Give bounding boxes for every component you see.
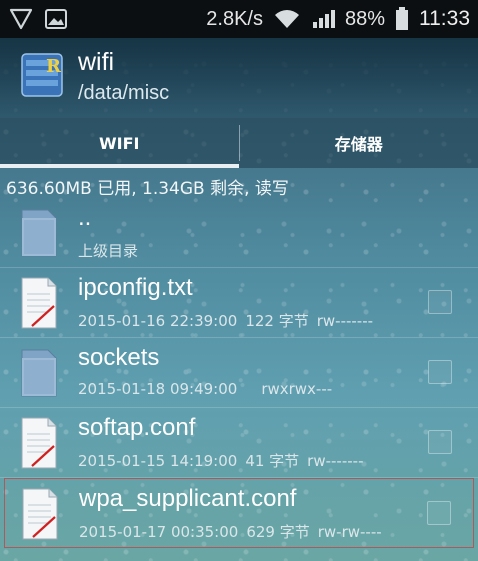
file-perms: rw------- [307, 452, 364, 470]
image-notification-icon [45, 9, 67, 29]
app-header: R wifi /data/misc [0, 38, 478, 118]
file-name: .. [78, 204, 92, 231]
tab-wifi-label: WIFI [99, 133, 140, 153]
file-list: .. 上级目录 ipconfig.txt 2015-01-16 22:39:00… [0, 198, 478, 548]
select-checkbox[interactable] [428, 290, 452, 314]
signal-icon [312, 10, 335, 28]
file-meta: 2015-01-18 09:49:00 rwxrwx--- [78, 380, 332, 398]
tab-bar: WIFI 存储器 [0, 118, 478, 168]
file-name: wpa_supplicant.conf [79, 485, 297, 512]
network-speed: 2.8K/s [206, 7, 263, 30]
file-name: ipconfig.txt [78, 274, 193, 301]
file-perms: rw------- [316, 312, 374, 330]
file-perms: rw-rw---- [317, 523, 382, 541]
list-item-parent[interactable]: .. 上级目录 [0, 198, 478, 268]
tab-wifi[interactable]: WIFI [0, 118, 239, 168]
folder-title: wifi [78, 48, 115, 76]
wifi-icon [274, 10, 299, 28]
svg-text:R: R [46, 56, 62, 77]
select-checkbox[interactable] [428, 430, 452, 454]
text-file-icon [21, 417, 57, 469]
vpn-shield-icon [9, 8, 33, 30]
file-subtitle: 上级目录 [78, 242, 139, 260]
list-item-ipconfig[interactable]: ipconfig.txt 2015-01-16 22:39:00 122 字节 rw… [0, 268, 478, 338]
list-item-softap[interactable]: softap.conf 2015-01-15 14:19:00 41 字节 rw--… [0, 408, 478, 478]
list-item-sockets[interactable]: sockets 2015-01-18 09:49:00 rwxrwx--- [0, 338, 478, 408]
file-size: 41 字节 [245, 452, 300, 470]
list-item-wpa-supplicant[interactable]: wpa_supplicant.conf 2015-01-17 00:35:00 6… [4, 478, 474, 548]
battery-icon [396, 7, 408, 30]
text-file-icon [21, 277, 57, 329]
folder-path: /data/misc [78, 82, 170, 104]
text-file-icon [22, 488, 58, 540]
file-meta: 2015-01-15 14:19:00 41 字节 rw------- [78, 450, 364, 471]
status-bar: 2.8K/s 88% 11:33 [0, 0, 478, 38]
file-date: 2015-01-15 14:19:00 [78, 452, 238, 470]
file-size: 629 字节 [246, 523, 310, 541]
root-explorer-icon[interactable]: R [20, 50, 66, 98]
file-date: 2015-01-17 00:35:00 [79, 523, 239, 541]
tab-storage[interactable]: 存储器 [240, 118, 478, 168]
file-meta: 2015-01-16 22:39:00 122 字节 rw------- [78, 310, 373, 331]
file-date: 2015-01-18 09:49:00 [78, 380, 238, 398]
select-checkbox[interactable] [428, 360, 452, 384]
storage-info: 636.60MB 已用, 1.34GB 剩余, 读写 [6, 179, 289, 199]
folder-icon [21, 349, 57, 397]
tab-active-indicator [0, 164, 239, 168]
clock: 11:33 [419, 7, 470, 30]
file-size: 122 字节 [245, 312, 309, 330]
battery-percent: 88% [344, 7, 385, 30]
file-perms: rwxrwx--- [261, 380, 333, 398]
file-name: softap.conf [78, 414, 196, 441]
file-meta: 2015-01-17 00:35:00 629 字节 rw-rw---- [79, 521, 382, 542]
select-checkbox[interactable] [427, 501, 451, 525]
folder-icon [21, 209, 57, 257]
tab-storage-label: 存储器 [334, 135, 383, 154]
file-date: 2015-01-16 22:39:00 [78, 312, 238, 330]
file-name: sockets [78, 344, 160, 371]
status-right: 2.8K/s 88% 11:33 [206, 7, 470, 31]
status-left [8, 7, 68, 31]
